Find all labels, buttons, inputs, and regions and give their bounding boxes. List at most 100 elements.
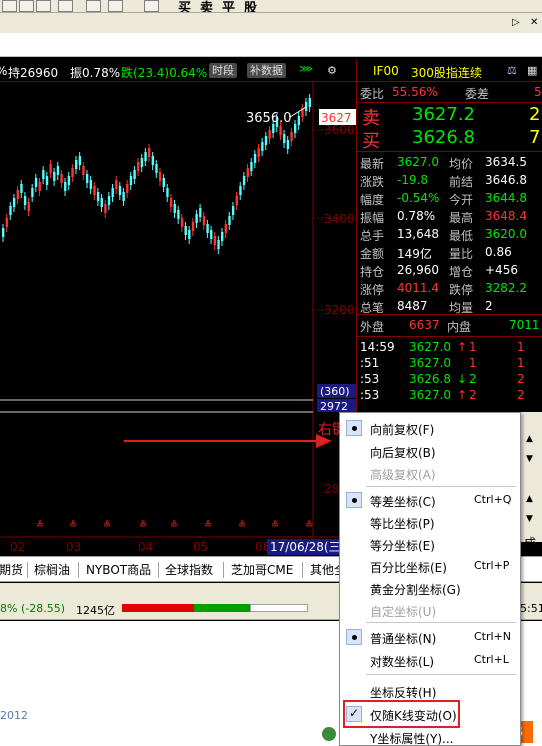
event-marker: ≗ [36, 520, 44, 531]
toolbar-icon-5[interactable] [86, 0, 101, 12]
grid-icon[interactable] [108, 0, 123, 12]
menu-item[interactable]: 黄金分割坐标(G) [340, 577, 520, 599]
event-marker: ≗ [238, 520, 246, 531]
toolbar-close[interactable]: 平 [222, 0, 235, 12]
quote-row-label: 最新 [360, 157, 385, 171]
toolbar-sell[interactable]: 卖 [200, 0, 213, 12]
play-icon[interactable]: ▷ [512, 17, 520, 28]
candle-body [71, 168, 74, 177]
menu-item-spacer [346, 683, 362, 699]
menu-item: 自定坐标(U) [340, 599, 520, 621]
x-tick-02: 02 [10, 540, 25, 554]
menu-item-spacer [346, 580, 362, 596]
quote-row-label-2: 今开 [449, 193, 474, 207]
candle-body [213, 236, 217, 245]
tab-palm-oil[interactable]: 棕榈油 [34, 561, 70, 579]
menu-item[interactable]: 普通坐标(N) Ctrl+N [340, 626, 520, 648]
quote-row-value: 26,960 [397, 263, 439, 277]
menu-item[interactable]: 百分比坐标(E) Ctrl+P [340, 555, 520, 577]
quote-row: 涨跌 -19.8 前结 3646.8 [357, 171, 542, 190]
candle-body [93, 186, 96, 195]
radio-dot-icon [346, 629, 362, 645]
event-marker: ≗ [204, 520, 212, 531]
quote-row-value-2: 3648.4 [485, 209, 527, 223]
candle-body [89, 180, 92, 189]
menu-item[interactable]: 对数坐标(L) Ctrl+L [340, 649, 520, 671]
quote-row: 幅度 -0.54% 今开 3644.8 [357, 189, 542, 208]
toolbar-icon-1[interactable] [2, 0, 17, 12]
candle-body [228, 216, 231, 225]
menu-item[interactable]: 等比坐标(P) [340, 511, 520, 533]
candle-body [253, 154, 257, 163]
menu-item[interactable]: 等差坐标(C) Ctrl+Q [340, 489, 520, 511]
candle-body [118, 186, 122, 195]
candle-body [20, 184, 23, 193]
toolbar-icon-4[interactable] [58, 0, 73, 12]
candle-body [12, 198, 16, 207]
menu-item-spacer [346, 652, 362, 668]
candle-body [78, 156, 82, 165]
candle-body [191, 222, 195, 231]
toolbar-icon-2[interactable] [19, 0, 34, 12]
event-marker: ≗ [139, 520, 147, 531]
status-time: 5:51 [520, 602, 542, 615]
tab-global-index[interactable]: 全球指数 [165, 561, 213, 579]
candle-body [23, 196, 27, 205]
side-tab-text[interactable]: 成 [524, 534, 536, 551]
candle-body [151, 156, 155, 165]
candle-body [297, 116, 301, 125]
candle-body [166, 188, 169, 197]
candle-body [64, 182, 67, 191]
period-tag[interactable]: 时段 [209, 63, 237, 78]
radio-dot-icon [346, 420, 362, 436]
candle-body [96, 192, 100, 201]
tab-cme[interactable]: 芝加哥CME [231, 561, 293, 579]
menu-item[interactable]: 等分坐标(E) [340, 533, 520, 555]
kline-chart[interactable]: 3600 3400 3200 28 3656.0 3627 (360) 2972… [0, 82, 356, 556]
buy-row: 买 3626.8 7 [362, 127, 541, 152]
arrows-icon: ⋙ [299, 64, 314, 75]
scroll-down-icon[interactable]: ▼ [526, 454, 533, 464]
quote-row-label-2: 最高 [449, 211, 474, 225]
menu-item-label: 自定坐标(U) [370, 605, 437, 619]
candle-body [173, 204, 176, 213]
toolbar-stock[interactable]: 股 [244, 0, 257, 12]
menu-item[interactable]: 向后复权(B) [340, 440, 520, 462]
tab-nybot[interactable]: NYBOT商品 [86, 561, 151, 579]
weibi-row: 委比 55.56% 委差 5 [360, 85, 542, 101]
close-icon[interactable]: ✕ [530, 17, 538, 28]
candle-body [268, 130, 271, 139]
candle-body [294, 124, 297, 133]
candle-body [177, 210, 180, 219]
quote-row-value: -19.8 [397, 173, 429, 187]
candle-body [5, 218, 9, 227]
settings-icon-2[interactable]: ▦ [527, 64, 537, 77]
candle-body [126, 184, 129, 193]
menu-scrollbar[interactable]: ▲ ▼ ▲ ▼ 成 [521, 412, 542, 550]
candle-body [224, 224, 228, 233]
tab-futures[interactable]: 期货 [0, 561, 23, 579]
candle-body [158, 172, 162, 181]
scale-icon[interactable]: ⚖ [507, 64, 517, 77]
candle-body [290, 132, 293, 141]
menu-item-label: 普通坐标(N) [370, 632, 437, 646]
fill-data-tag[interactable]: 补数据 [247, 63, 286, 78]
toolbar-icon-3[interactable] [36, 0, 51, 12]
candle-body [231, 206, 235, 215]
menu-item[interactable]: 向前复权(F) [340, 417, 520, 439]
candle-body [16, 190, 19, 199]
menu-item[interactable]: 坐标反转(H) [340, 680, 520, 702]
candle-body [239, 186, 242, 195]
scroll-up-icon-2[interactable]: ▲ [526, 494, 533, 504]
scroll-down-icon-2[interactable]: ▼ [526, 514, 533, 524]
candle-body [67, 176, 71, 185]
x-tick-03: 03 [66, 540, 81, 554]
toolbar-icon-7[interactable] [144, 0, 159, 12]
toolbar-buy[interactable]: 买 [178, 0, 191, 12]
scroll-up-icon[interactable]: ▲ [526, 434, 533, 444]
menu-item[interactable]: Y坐标属性(Y)... [340, 726, 520, 746]
candle-body [246, 168, 249, 177]
candle-body [144, 152, 147, 161]
settings-icon[interactable]: ⚙ [327, 64, 337, 77]
candle-body [2, 228, 5, 237]
